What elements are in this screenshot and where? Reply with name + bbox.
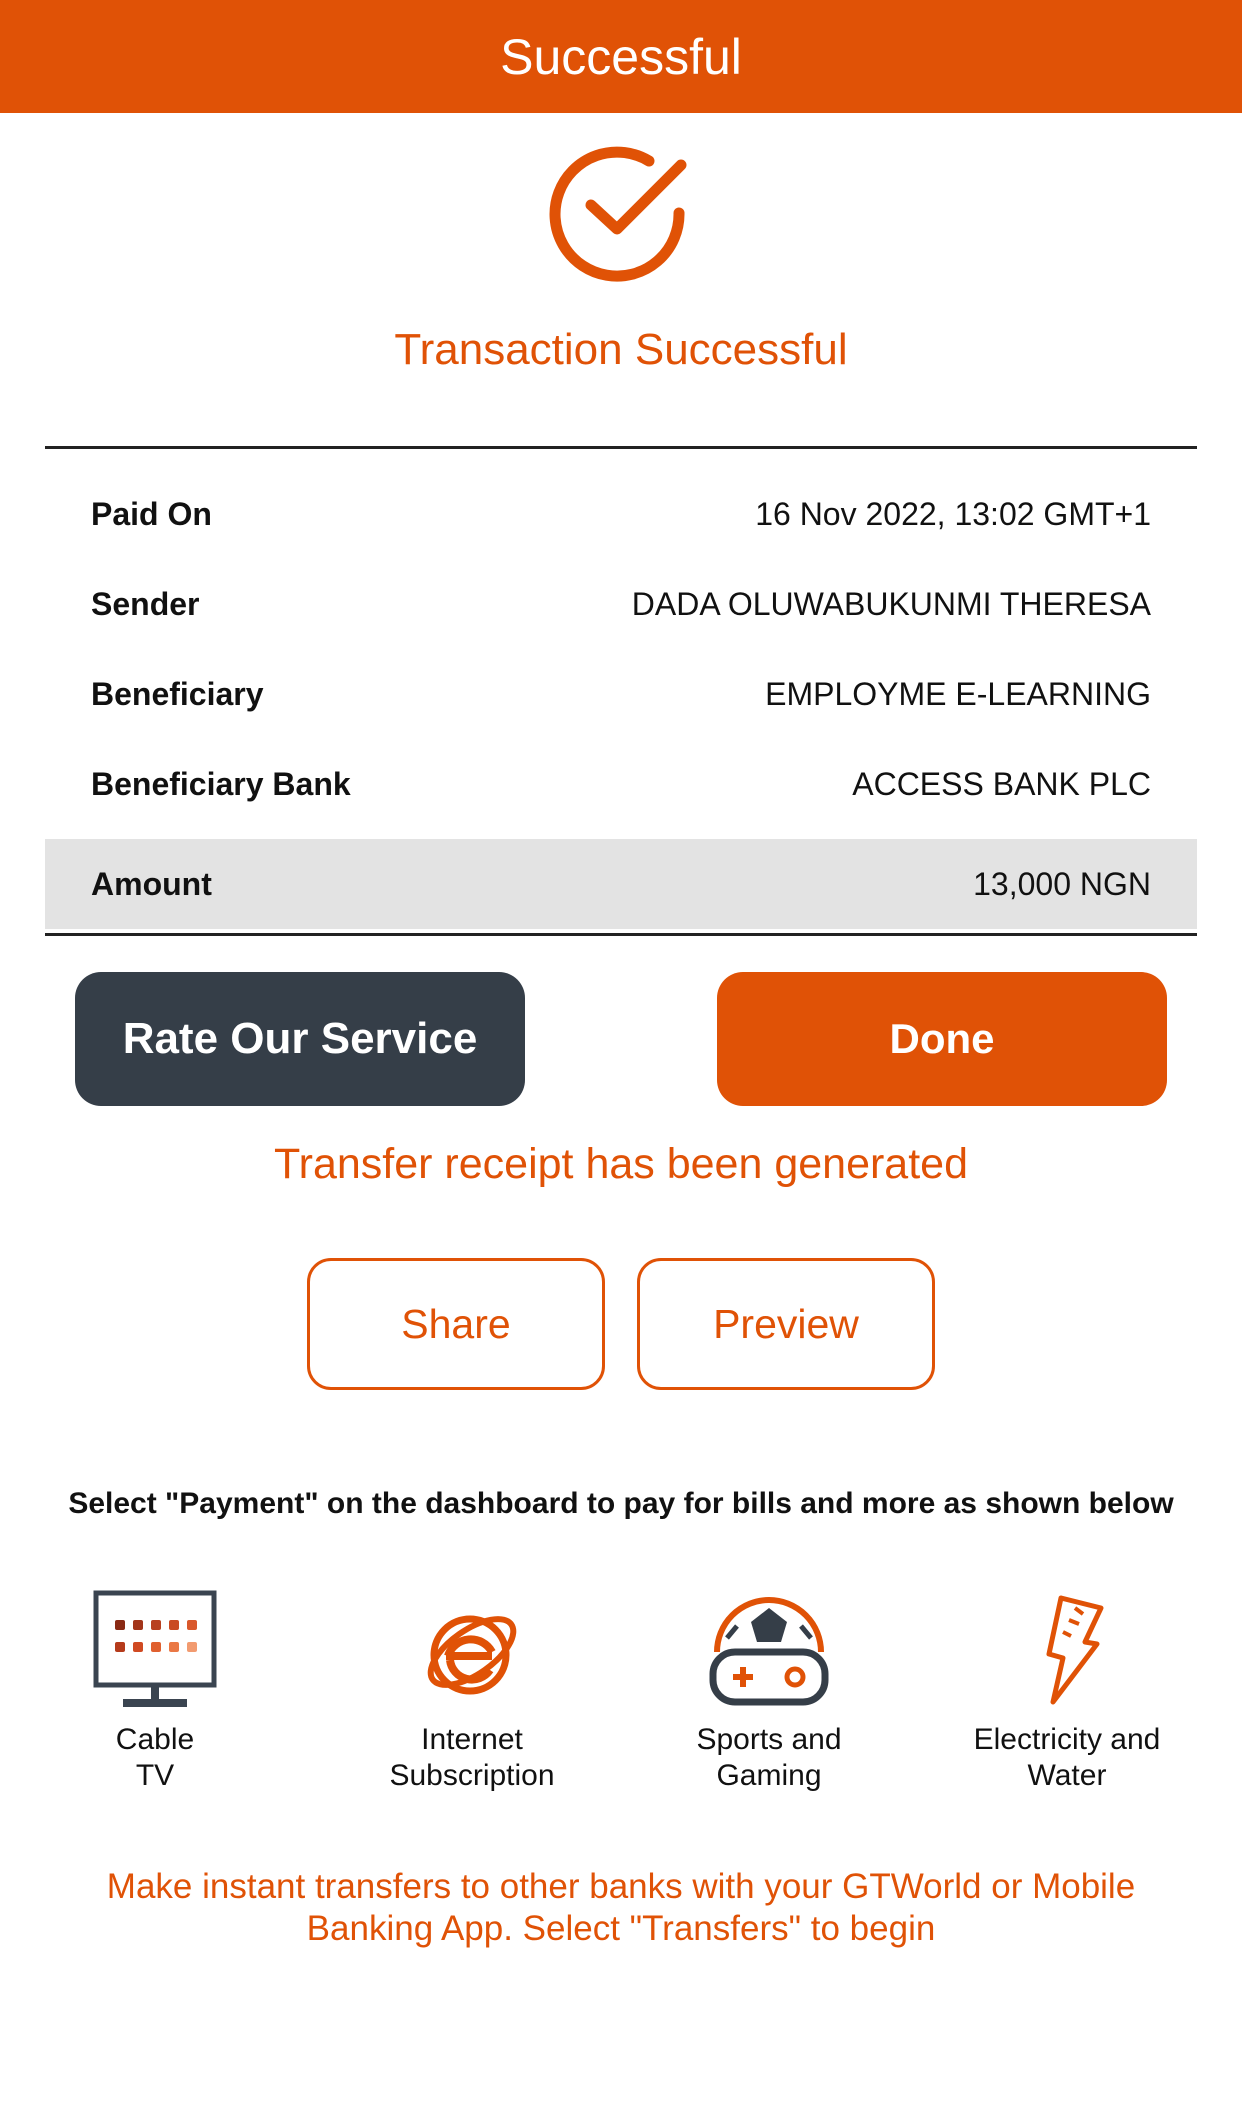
- service-label: Electricity and Water: [973, 1723, 1161, 1792]
- gamepad-ball-icon: [709, 1597, 829, 1706]
- detail-row-amount: Amount 13,000 NGN: [45, 839, 1197, 929]
- transfers-promo-text: Make instant transfers to other banks wi…: [106, 1867, 1136, 1948]
- transaction-details: Paid On 16 Nov 2022, 13:02 GMT+1 Sender …: [45, 446, 1197, 936]
- service-cable-tv[interactable]: Cable TV: [25, 1590, 285, 1794]
- service-sports-and-gaming[interactable]: Sports and Gaming: [639, 1590, 899, 1794]
- lightning-icon: [1046, 1595, 1104, 1705]
- detail-value: EMPLOYME E-LEARNING: [765, 675, 1151, 712]
- tv-icon: [93, 1590, 217, 1707]
- internet-explorer-icon: [427, 1615, 517, 1695]
- payment-info-text: Select "Payment" on the dashboard to pay…: [68, 1487, 1174, 1520]
- detail-label: Sender: [91, 585, 200, 622]
- service-electricity-and-water[interactable]: Electricity and Water: [937, 1590, 1197, 1794]
- share-button[interactable]: Share: [307, 1258, 605, 1390]
- detail-label: Amount: [91, 865, 212, 902]
- service-label: Sports and Gaming: [696, 1723, 842, 1792]
- transaction-status-title: Transaction Successful: [394, 325, 848, 374]
- detail-label: Beneficiary Bank: [91, 765, 351, 802]
- page-title: Successful: [500, 28, 742, 85]
- detail-row-paid-on: Paid On 16 Nov 2022, 13:02 GMT+1: [45, 469, 1197, 559]
- detail-row-beneficiary-bank: Beneficiary Bank ACCESS BANK PLC: [45, 739, 1197, 829]
- header-bar: Successful: [0, 0, 1242, 113]
- detail-value: ACCESS BANK PLC: [852, 765, 1151, 802]
- service-internet-subscription[interactable]: Internet Subscription: [342, 1590, 602, 1794]
- detail-row-beneficiary: Beneficiary EMPLOYME E-LEARNING: [45, 649, 1197, 739]
- preview-button[interactable]: Preview: [637, 1258, 935, 1390]
- detail-value: DADA OLUWABUKUNMI THERESA: [631, 585, 1151, 622]
- check-circle-icon: [549, 146, 687, 282]
- detail-label: Beneficiary: [91, 675, 264, 712]
- detail-label: Paid On: [91, 495, 212, 532]
- detail-row-sender: Sender DADA OLUWABUKUNMI THERESA: [45, 559, 1197, 649]
- receipt-message: Transfer receipt has been generated: [273, 1140, 968, 1188]
- service-label: Internet Subscription: [389, 1723, 555, 1792]
- done-button[interactable]: Done: [717, 972, 1167, 1106]
- service-label: Cable TV: [115, 1723, 195, 1792]
- detail-value: 13,000 NGN: [973, 865, 1151, 902]
- rate-our-service-button[interactable]: Rate Our Service: [75, 972, 525, 1106]
- detail-value: 16 Nov 2022, 13:02 GMT+1: [755, 495, 1151, 532]
